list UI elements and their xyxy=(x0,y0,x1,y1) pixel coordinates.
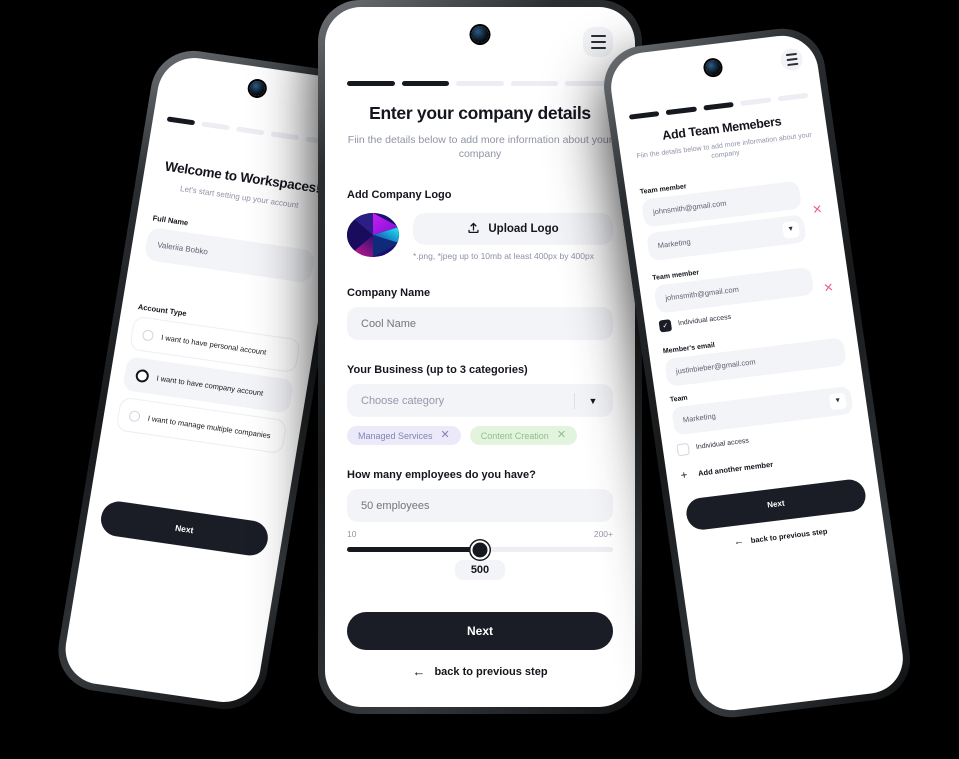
add-another-member-button[interactable]: + Add another member xyxy=(680,448,860,482)
team-value: Marketing xyxy=(657,237,692,251)
back-label: back to previous step xyxy=(434,665,548,678)
logo-format-hint: *.png, *jpeg up to 10mb at least 400px b… xyxy=(413,251,594,262)
screen-company-details: Enter your company details Fiin the deta… xyxy=(325,7,635,707)
screen-add-team-members: Add Team Memebers Fiin the details below… xyxy=(606,31,908,715)
chevron-down-icon[interactable]: ▼ xyxy=(781,220,800,239)
radio-icon-selected xyxy=(134,368,150,383)
category-placeholder: Choose category xyxy=(361,394,445,407)
company-name-input[interactable] xyxy=(347,307,613,341)
phone-mockup-center: Enter your company details Fiin the deta… xyxy=(318,0,642,714)
screen-welcome: Welcome to Workspaces! Let's start setti… xyxy=(60,53,358,707)
logo-gradient-icon xyxy=(347,213,399,258)
page-title: Enter your company details xyxy=(369,103,591,123)
step-3[interactable] xyxy=(703,101,735,111)
front-camera-icon xyxy=(471,26,489,43)
employees-slider[interactable] xyxy=(347,540,613,560)
step-progress-bar xyxy=(347,81,613,86)
step-2[interactable] xyxy=(665,106,697,116)
team-value: Marketing xyxy=(682,411,717,425)
remove-team-member-1-button[interactable]: ✕ xyxy=(809,202,825,217)
individual-access-checkbox-checked[interactable]: ✓ xyxy=(658,319,673,333)
step-1[interactable] xyxy=(166,116,196,126)
step-3[interactable] xyxy=(456,81,504,86)
page-subtitle: Fiin the details below to add more infor… xyxy=(347,134,613,161)
chevron-down-icon[interactable]: ▼ xyxy=(828,392,847,411)
plus-icon: + xyxy=(680,469,689,482)
front-camera-icon xyxy=(248,79,266,97)
add-logo-label: Add Company Logo xyxy=(347,189,452,202)
category-select[interactable]: Choose category ▼ xyxy=(347,384,613,418)
upload-logo-label: Upload Logo xyxy=(488,223,559,236)
slider-fill xyxy=(347,547,480,553)
individual-access-label: Individual access xyxy=(695,437,750,452)
option-label: I want to have personal account xyxy=(160,332,268,357)
screenshot-stage: Welcome to Workspaces! Let's start setti… xyxy=(0,0,959,759)
hamburger-icon[interactable] xyxy=(583,27,613,57)
close-icon[interactable]: ✕ xyxy=(441,430,450,441)
option-label: I want to manage multiple companies xyxy=(147,413,272,440)
company-logo-preview[interactable] xyxy=(347,213,399,258)
chevron-down-icon[interactable]: ▼ xyxy=(585,393,601,409)
phone-mockup-right: Add Team Memebers Fiin the details below… xyxy=(598,23,916,723)
radio-icon xyxy=(141,328,155,342)
chip-label: Content Creation xyxy=(480,430,549,441)
employees-label: How many employees do you have? xyxy=(347,469,536,482)
slider-thumb[interactable] xyxy=(470,540,490,560)
selected-categories-list: Managed Services ✕ Content Creation ✕ xyxy=(347,426,613,446)
step-1[interactable] xyxy=(347,81,395,86)
step-5[interactable] xyxy=(777,92,809,102)
slider-value: 500 xyxy=(454,560,506,581)
chip-label: Managed Services xyxy=(358,430,433,441)
employees-input[interactable] xyxy=(347,489,613,523)
select-divider xyxy=(574,392,575,409)
slider-ticks: 10 200+ xyxy=(347,529,613,539)
remove-team-member-2-button[interactable]: ✕ xyxy=(821,280,837,295)
back-label: back to previous step xyxy=(750,526,828,545)
radio-icon xyxy=(128,409,142,422)
arrow-left-icon: ← xyxy=(733,535,745,548)
front-camera-icon xyxy=(704,59,722,76)
step-4[interactable] xyxy=(740,97,772,107)
step-4[interactable] xyxy=(270,131,300,141)
upload-logo-button[interactable]: Upload Logo xyxy=(413,213,613,246)
arrow-left-icon: ← xyxy=(412,664,426,680)
business-categories-label: Your Business (up to 3 categories) xyxy=(347,364,528,377)
individual-access-label: Individual access xyxy=(677,314,732,328)
close-icon[interactable]: ✕ xyxy=(557,430,566,441)
back-to-previous-step-link[interactable]: ← back to previous step xyxy=(347,664,613,679)
next-button[interactable]: Next xyxy=(347,612,613,651)
hamburger-icon[interactable] xyxy=(779,47,805,72)
step-4[interactable] xyxy=(510,81,559,86)
add-another-member-label: Add another member xyxy=(697,460,774,479)
option-label: I want to have company account xyxy=(155,373,264,398)
slider-max-label: 200+ xyxy=(593,529,613,540)
upload-icon xyxy=(467,221,480,237)
step-3[interactable] xyxy=(235,126,265,136)
step-1[interactable] xyxy=(628,111,660,120)
next-button[interactable]: Next xyxy=(98,499,271,558)
individual-access-checkbox[interactable] xyxy=(676,442,690,457)
slider-min-label: 10 xyxy=(347,529,357,540)
category-chip-content-creation[interactable]: Content Creation ✕ xyxy=(469,426,578,446)
step-2[interactable] xyxy=(401,81,450,86)
company-name-label: Company Name xyxy=(347,287,431,300)
step-2[interactable] xyxy=(201,121,230,131)
category-chip-managed-services[interactable]: Managed Services ✕ xyxy=(347,426,461,446)
